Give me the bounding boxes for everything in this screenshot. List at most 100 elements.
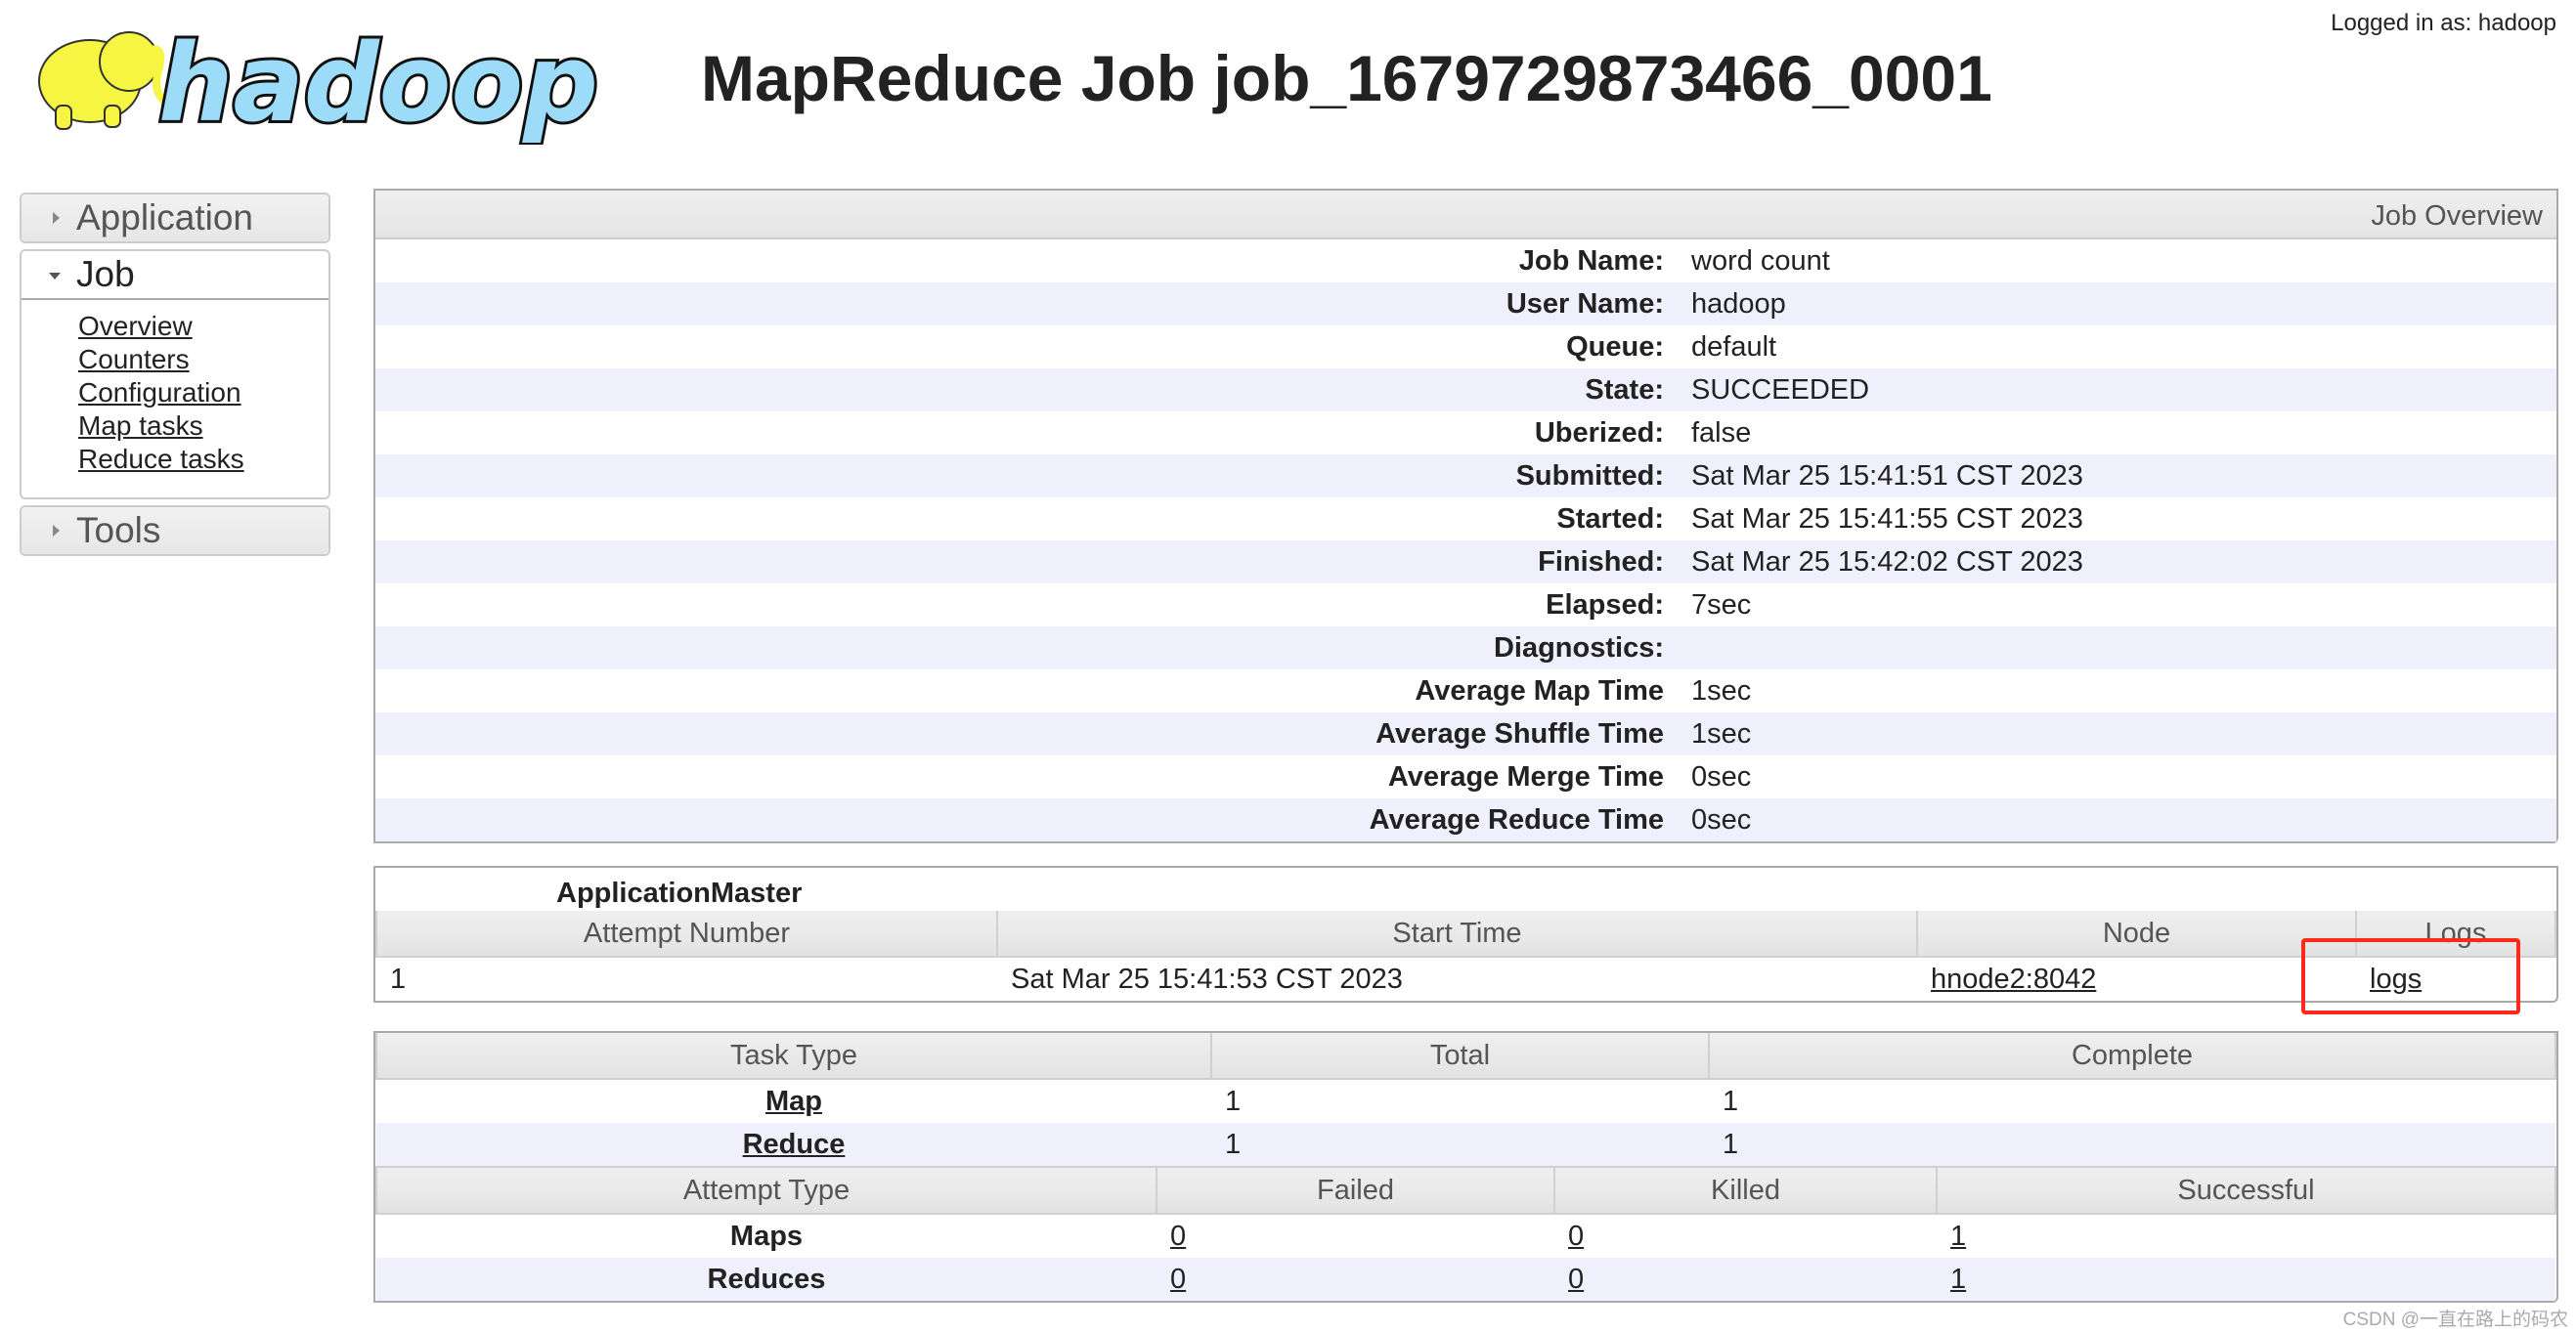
map-complete: 1 [1723,1085,1739,1117]
job-overview-panel: Job Overview Job Name: word count User Nam… [373,189,2558,843]
sidebar-job-header[interactable]: Job [22,251,328,300]
col-failed: Failed [1156,1166,1555,1215]
sidebar-section-tools[interactable]: Tools [20,505,330,556]
highlight-box [2301,938,2520,1014]
overview-value: false [1691,416,1752,449]
overview-value: Sat Mar 25 15:41:51 CST 2023 [1691,454,2556,497]
reduces-killed-link[interactable]: 0 [1568,1264,1584,1295]
overview-row: Elapsed: 7sec [375,583,2556,626]
overview-label: User Name: [375,282,1691,325]
start-time: Sat Mar 25 15:41:53 CST 2023 [1011,963,1403,995]
table-row: 1 Sat Mar 25 15:41:53 CST 2023 hnode2:80… [376,957,2555,1001]
col-attempt-type: Attempt Type [375,1166,1157,1215]
sidebar-link-map-tasks[interactable]: Map tasks [78,409,328,443]
overview-label: Elapsed: [1546,588,1664,621]
sidebar-link-configuration[interactable]: Configuration [78,376,328,409]
overview-label: Queue: [1566,330,1664,363]
col-start-time[interactable]: Start Time [996,911,1918,958]
col-attempt-number[interactable]: Attempt Number [375,911,998,958]
overview-row: Average Reduce Time 0sec [375,798,2556,841]
triangle-down-icon [49,273,61,280]
overview-label: Diagnostics: [375,626,1691,669]
overview-value: SUCCEEDED [1691,368,2556,411]
map-task-link[interactable]: Map [765,1086,822,1117]
triangle-right-icon [53,525,60,537]
overview-row: Finished: Sat Mar 25 15:42:02 CST 2023 [375,540,2556,583]
job-overview-heading: Job Overview [375,191,2556,239]
attempt-type: Maps [729,1220,804,1252]
overview-row: Diagnostics: [375,626,2556,669]
page-title: MapReduce Job job_1679729873466_0001 [701,42,1992,114]
overview-row: State: SUCCEEDED [375,368,2556,411]
overview-row: Average Shuffle Time 1sec [375,712,2556,755]
overview-row: Average Merge Time 0sec [375,755,2556,798]
logged-in-user: Logged in as: hadoop [2331,10,2556,36]
table-row: Maps 0 0 1 [376,1214,2555,1258]
sidebar: Application Job Overview Counters Config… [20,193,330,562]
sidebar-link-counters[interactable]: Counters [78,343,328,376]
overview-label: State: [375,368,1691,411]
overview-value: hadoop [1691,282,2556,325]
overview-row: Submitted: Sat Mar 25 15:41:51 CST 2023 [375,454,2556,497]
sidebar-section-job: Job Overview Counters Configuration Map … [20,249,330,499]
svg-text:hadoop: hadoop [158,21,598,145]
overview-row: Uberized: false [375,411,2556,454]
sidebar-link-reduce-tasks[interactable]: Reduce tasks [78,443,328,476]
overview-value: 7sec [1691,588,1752,621]
hadoop-logo: hadoop [22,8,608,149]
col-task-type: Task Type [375,1033,1212,1080]
overview-label: Uberized: [1534,416,1664,449]
col-total: Total [1210,1033,1710,1080]
reduce-total: 1 [1211,1123,1709,1166]
maps-failed-link[interactable]: 0 [1170,1221,1186,1252]
sidebar-link-overview[interactable]: Overview [78,310,328,343]
triangle-right-icon [53,212,60,224]
application-master-panel: ApplicationMaster Attempt Number Start T… [373,866,2558,1003]
overview-value: word count [1691,244,1830,277]
application-master-table: Attempt Number Start Time Node Logs 1 Sa… [375,911,2556,1001]
node-link[interactable]: hnode2:8042 [1931,964,2096,995]
watermark: CSDN @一直在路上的码农 [2342,1310,2568,1330]
reduces-failed-link[interactable]: 0 [1170,1264,1186,1295]
overview-value: 1sec [1691,674,1752,707]
overview-value [1691,626,2556,669]
overview-row: Queue: default [375,325,2556,368]
overview-value: 0sec [1691,760,1752,793]
overview-label: Started: [1556,502,1664,535]
table-row: Reduce 1 1 [376,1123,2555,1166]
maps-successful-link[interactable]: 1 [1950,1221,1966,1252]
overview-row: Average Map Time 1sec [375,669,2556,712]
attempt-type: Reduces [376,1258,1157,1301]
reduce-complete: 1 [1709,1123,2555,1166]
map-total: 1 [1225,1085,1242,1117]
table-row: Reduces 0 0 1 [376,1258,2555,1301]
overview-label: Average Shuffle Time [375,712,1691,755]
col-killed: Killed [1553,1166,1938,1215]
overview-label: Submitted: [375,454,1691,497]
reduces-successful-link[interactable]: 1 [1950,1264,1966,1295]
maps-killed-link[interactable]: 0 [1568,1221,1584,1252]
col-successful: Successful [1936,1166,2556,1215]
overview-value: 1sec [1691,712,2556,755]
sidebar-section-application[interactable]: Application [20,193,330,243]
application-master-caption: ApplicationMaster [556,878,803,909]
tasks-panel: Task Type Total Complete Map 1 1 Reduce … [373,1031,2558,1303]
sidebar-application-label[interactable]: Application [76,197,253,237]
reduce-task-link[interactable]: Reduce [743,1129,846,1160]
overview-value: Sat Mar 25 15:41:55 CST 2023 [1691,502,2083,535]
sidebar-job-label[interactable]: Job [76,254,135,294]
task-summary-table: Task Type Total Complete Map 1 1 Reduce … [375,1033,2556,1166]
job-overview-table: Job Name: word count User Name: hadoop Queue… [375,239,2556,841]
overview-label: Average Map Time [1415,674,1664,707]
col-node[interactable]: Node [1916,911,2357,958]
overview-row: Job Name: word count [375,239,2556,282]
attempt-summary-table: Attempt Type Failed Killed Successful Ma… [375,1166,2556,1301]
overview-label: Finished: [375,540,1691,583]
overview-label: Average Reduce Time [375,798,1691,841]
overview-label: Average Merge Time [1387,760,1664,793]
attempt-number: 1 [390,963,407,995]
table-row: Map 1 1 [376,1079,2555,1123]
overview-label: Job Name: [1518,244,1664,277]
col-complete: Complete [1708,1033,2556,1080]
sidebar-tools-label[interactable]: Tools [76,510,160,550]
